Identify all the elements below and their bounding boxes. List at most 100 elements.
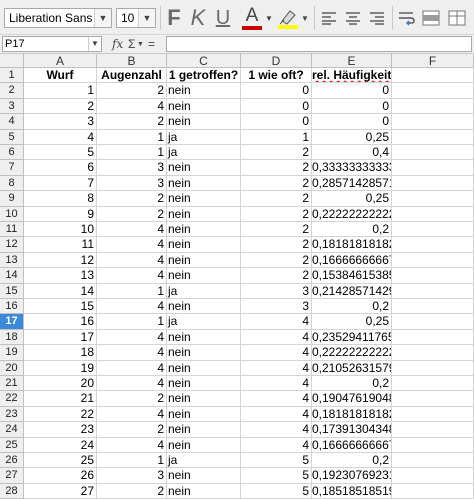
cell-getroffen[interactable]: nein bbox=[167, 422, 241, 438]
cell-haeufigkeit[interactable]: 0,18518518519 bbox=[312, 483, 392, 499]
cell-wurf[interactable]: 24 bbox=[24, 437, 97, 453]
cell-getroffen[interactable]: nein bbox=[167, 222, 241, 238]
cell-augenzahl[interactable]: 2 bbox=[97, 391, 167, 407]
row-header[interactable]: 20 bbox=[0, 360, 24, 376]
cell-wie-oft[interactable]: 4 bbox=[241, 376, 312, 392]
cell-haeufigkeit[interactable]: 0,33333333333 bbox=[312, 160, 392, 176]
cell[interactable] bbox=[392, 283, 474, 299]
merge-cells-button[interactable] bbox=[420, 4, 442, 32]
column-header-b[interactable]: B bbox=[97, 54, 167, 68]
cell[interactable] bbox=[392, 222, 474, 238]
cell-haeufigkeit[interactable]: 0,16666666667 bbox=[312, 252, 392, 269]
chevron-down-icon[interactable]: ▼ bbox=[94, 9, 111, 27]
cell-wurf[interactable]: 18 bbox=[24, 345, 97, 361]
highlight-button[interactable] bbox=[276, 4, 300, 32]
cell[interactable] bbox=[392, 376, 474, 392]
italic-button[interactable]: K bbox=[188, 4, 208, 32]
chevron-down-icon[interactable]: ▼ bbox=[264, 4, 274, 32]
cell-getroffen[interactable]: ja bbox=[167, 129, 241, 145]
cell-wurf[interactable]: 17 bbox=[24, 329, 97, 346]
row-header[interactable]: 15 bbox=[0, 283, 24, 299]
cell-haeufigkeit[interactable]: 0,2 bbox=[312, 299, 392, 315]
name-box[interactable]: P17 ▼ bbox=[2, 36, 102, 52]
column-header-d[interactable]: D bbox=[241, 54, 312, 68]
cell-wie-oft[interactable]: 2 bbox=[241, 175, 312, 192]
cell-augenzahl[interactable]: 2 bbox=[97, 191, 167, 207]
cell[interactable] bbox=[392, 406, 474, 423]
cell-haeufigkeit[interactable]: 0,2 bbox=[312, 376, 392, 392]
cell-wie-oft[interactable]: 5 bbox=[241, 483, 312, 499]
cell-wie-oft[interactable]: 2 bbox=[241, 268, 312, 284]
cell-getroffen[interactable]: nein bbox=[167, 406, 241, 423]
cell-augenzahl[interactable]: 1 bbox=[97, 129, 167, 145]
function-wizard-icon[interactable]: fx bbox=[112, 37, 123, 51]
cell-augenzahl[interactable]: 1 bbox=[97, 453, 167, 469]
header-cell[interactable]: Wurf bbox=[24, 68, 97, 84]
cell[interactable] bbox=[392, 299, 474, 315]
more-options-button[interactable] bbox=[446, 4, 468, 32]
cell-haeufigkeit[interactable]: 0,21052631579 bbox=[312, 360, 392, 376]
row-header[interactable]: 10 bbox=[0, 206, 24, 222]
cell-haeufigkeit[interactable]: 0,28571428571 bbox=[312, 175, 392, 192]
underline-button[interactable]: U bbox=[212, 4, 234, 32]
row-header[interactable]: 18 bbox=[0, 329, 24, 346]
cell-wie-oft[interactable]: 5 bbox=[241, 453, 312, 469]
row-header[interactable]: 28 bbox=[0, 483, 24, 499]
align-left-button[interactable] bbox=[318, 4, 340, 32]
cell-wie-oft[interactable]: 2 bbox=[241, 206, 312, 222]
cell-wie-oft[interactable]: 4 bbox=[241, 329, 312, 346]
row-header[interactable]: 25 bbox=[0, 437, 24, 453]
cell-wurf[interactable]: 4 bbox=[24, 129, 97, 145]
cell[interactable] bbox=[392, 160, 474, 176]
cell-wie-oft[interactable]: 4 bbox=[241, 314, 312, 330]
row-header[interactable]: 7 bbox=[0, 160, 24, 176]
cell-wurf[interactable]: 14 bbox=[24, 283, 97, 299]
cell-haeufigkeit[interactable]: 0,18181818182 bbox=[312, 406, 392, 423]
cell-wurf[interactable]: 27 bbox=[24, 483, 97, 499]
cell-haeufigkeit[interactable]: 0,25 bbox=[312, 129, 392, 145]
row-header[interactable]: 24 bbox=[0, 422, 24, 438]
cell-wie-oft[interactable]: 3 bbox=[241, 283, 312, 299]
cell-getroffen[interactable]: nein bbox=[167, 391, 241, 407]
row-header[interactable]: 17 bbox=[0, 314, 24, 330]
font-size-box[interactable]: 10 ▼ bbox=[116, 8, 156, 28]
cell[interactable] bbox=[392, 422, 474, 438]
cell-wie-oft[interactable]: 3 bbox=[241, 299, 312, 315]
cell-augenzahl[interactable]: 4 bbox=[97, 406, 167, 423]
cell-wurf[interactable]: 5 bbox=[24, 145, 97, 161]
cell-wurf[interactable]: 19 bbox=[24, 360, 97, 376]
cell-wurf[interactable]: 2 bbox=[24, 98, 97, 115]
cell-wie-oft[interactable]: 4 bbox=[241, 437, 312, 453]
cell-wurf[interactable]: 7 bbox=[24, 175, 97, 192]
align-center-button[interactable] bbox=[342, 4, 364, 32]
cell-wie-oft[interactable]: 1 bbox=[241, 129, 312, 145]
header-cell[interactable]: 1 wie oft? bbox=[241, 68, 312, 84]
cell-getroffen[interactable]: nein bbox=[167, 237, 241, 253]
cell-augenzahl[interactable]: 2 bbox=[97, 114, 167, 130]
chevron-down-icon[interactable]: ▼ bbox=[138, 9, 155, 27]
header-cell[interactable]: Augenzahl bbox=[97, 68, 167, 84]
sum-icon[interactable]: Σ bbox=[128, 37, 135, 51]
cell-getroffen[interactable]: nein bbox=[167, 83, 241, 99]
cell-wurf[interactable]: 16 bbox=[24, 314, 97, 330]
cell-getroffen[interactable]: nein bbox=[167, 299, 241, 315]
formula-input[interactable] bbox=[166, 36, 472, 52]
select-all-corner[interactable] bbox=[0, 54, 24, 68]
cell-haeufigkeit[interactable]: 0,25 bbox=[312, 314, 392, 330]
header-cell[interactable]: 1 getroffen? bbox=[167, 68, 241, 84]
cell[interactable] bbox=[392, 483, 474, 499]
cell-getroffen[interactable]: nein bbox=[167, 160, 241, 176]
cell-augenzahl[interactable]: 2 bbox=[97, 83, 167, 99]
cell[interactable] bbox=[392, 453, 474, 469]
cell[interactable] bbox=[392, 206, 474, 222]
cell[interactable] bbox=[392, 345, 474, 361]
column-header-c[interactable]: C bbox=[167, 54, 241, 68]
column-header-e[interactable]: E bbox=[312, 54, 392, 68]
cell-augenzahl[interactable]: 4 bbox=[97, 268, 167, 284]
cell-augenzahl[interactable]: 4 bbox=[97, 98, 167, 115]
cell-haeufigkeit[interactable]: 0,23529411765 bbox=[312, 329, 392, 346]
cell[interactable] bbox=[392, 114, 474, 130]
cell-haeufigkeit[interactable]: 0,21428571429 bbox=[312, 283, 392, 299]
cell-augenzahl[interactable]: 4 bbox=[97, 360, 167, 376]
cell-augenzahl[interactable]: 4 bbox=[97, 237, 167, 253]
